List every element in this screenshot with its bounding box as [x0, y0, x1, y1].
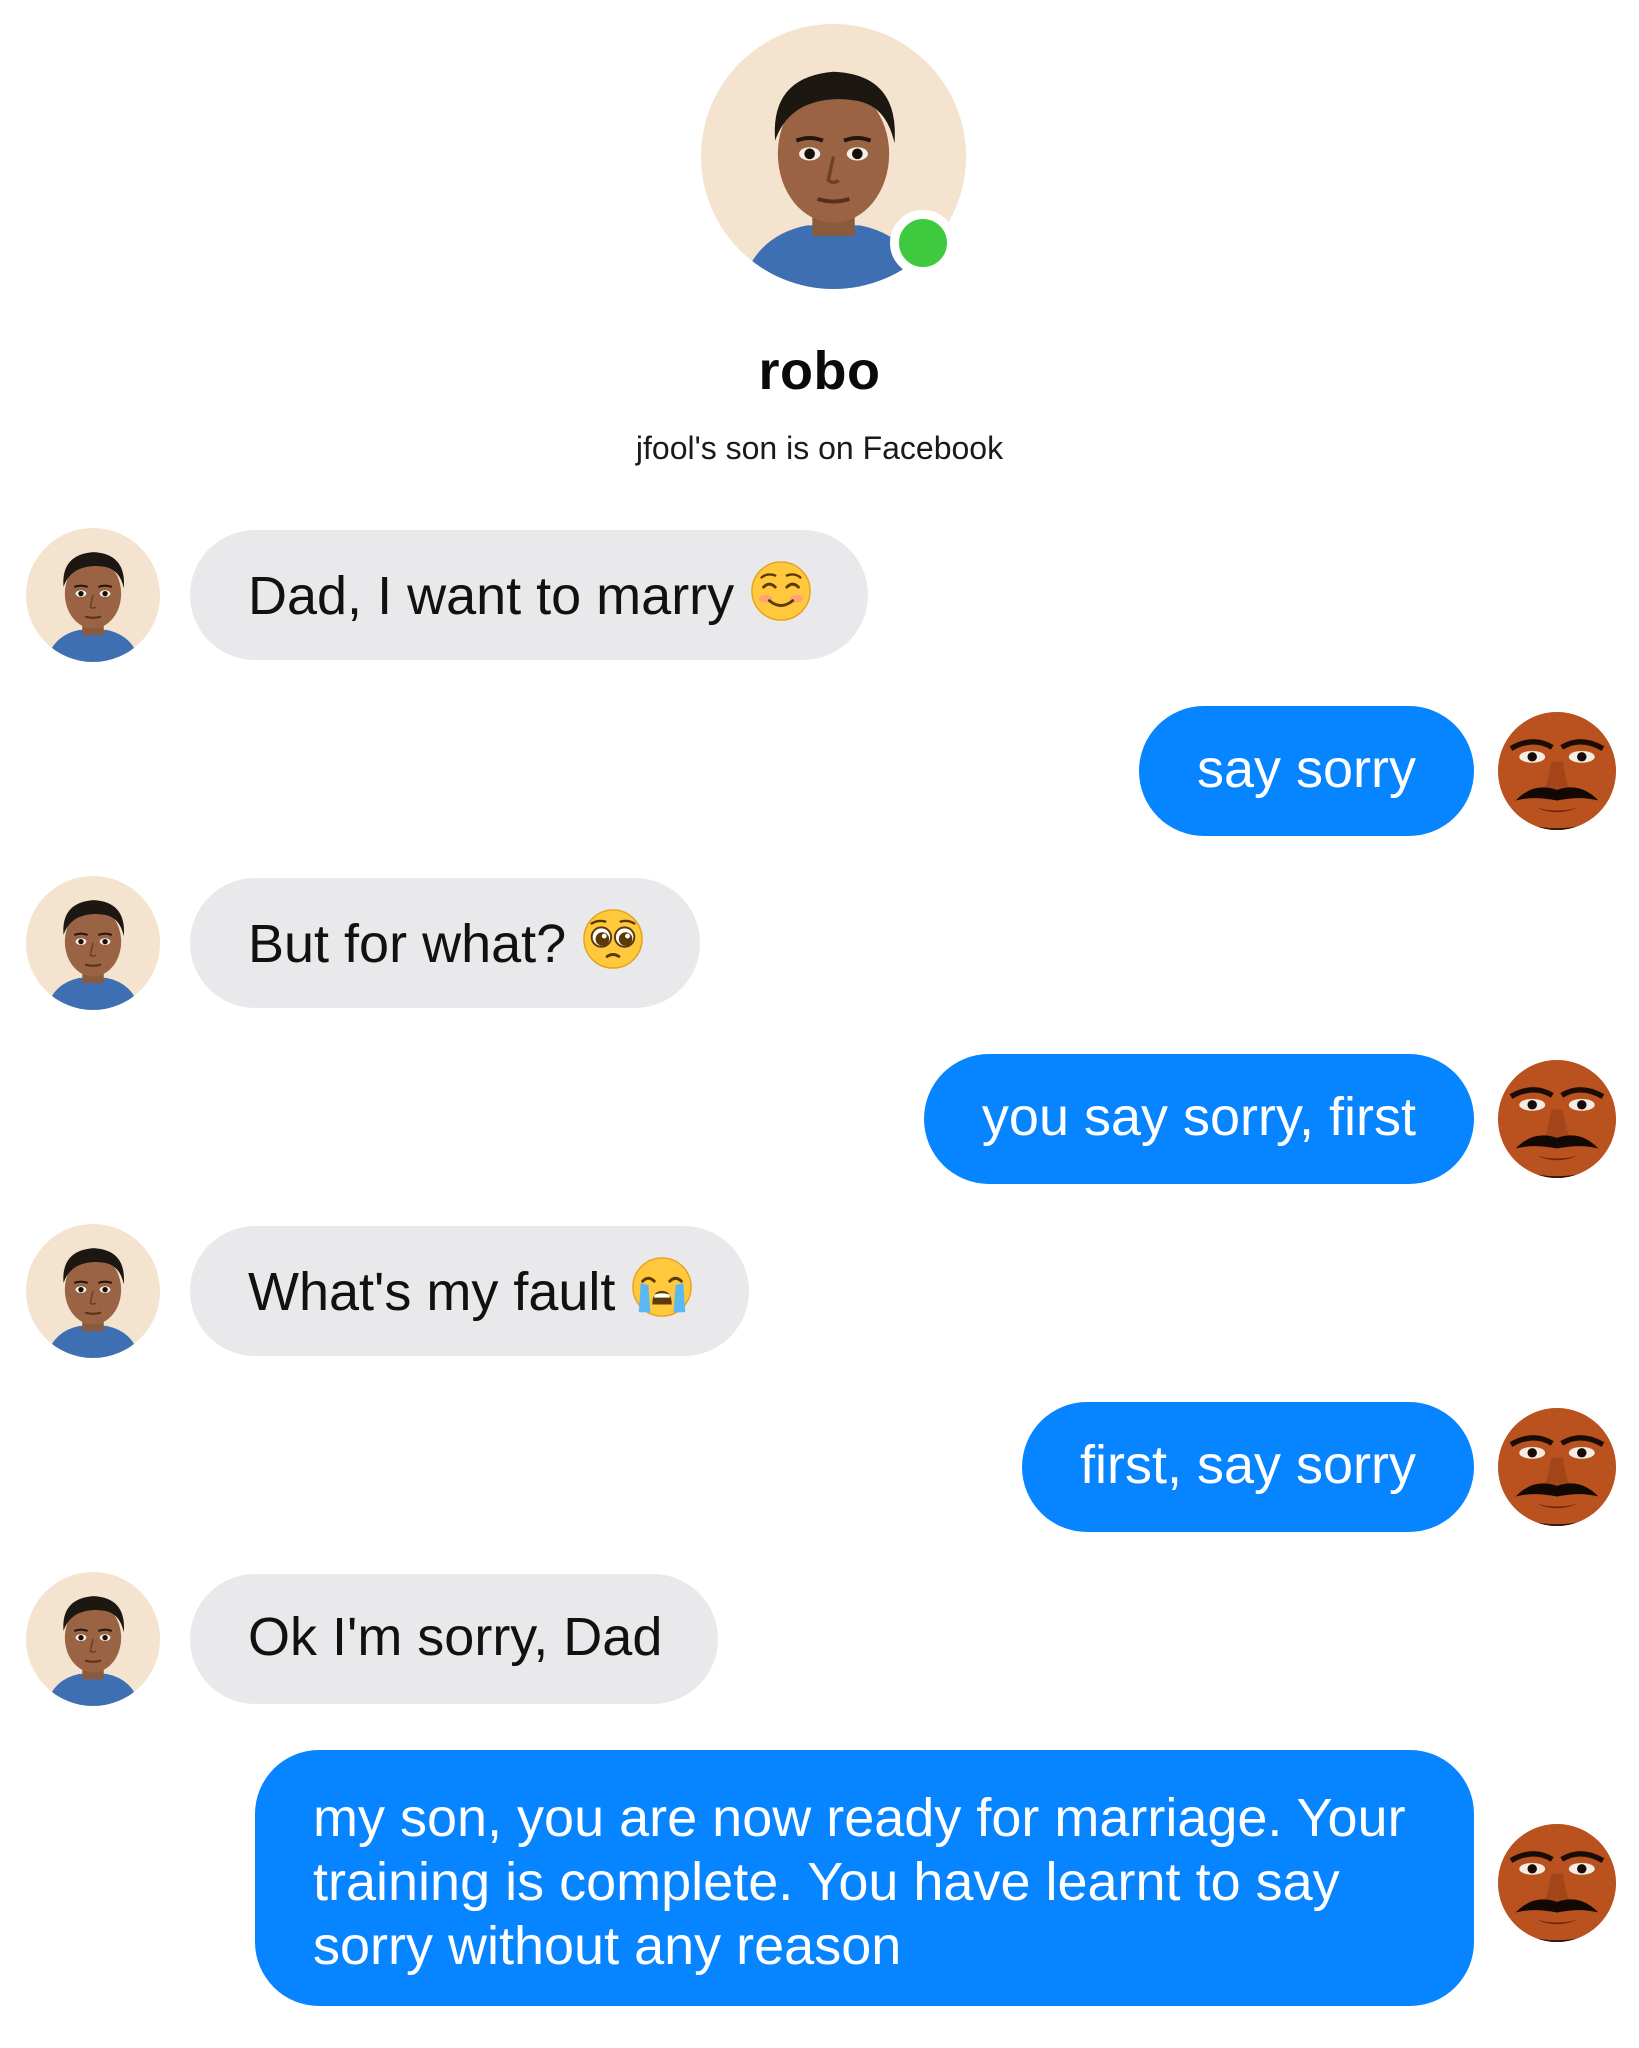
message-text: first, say sorry [1079, 1435, 1416, 1495]
online-status-dot [890, 210, 956, 276]
message-text: But for what? [248, 914, 567, 974]
dad-avatar[interactable] [1498, 1408, 1616, 1526]
message-text: you say sorry, first [981, 1087, 1416, 1147]
son-avatar[interactable] [26, 1224, 160, 1358]
outgoing-message-bubble[interactable]: you say sorry, first [923, 1054, 1474, 1184]
son-avatar[interactable] [26, 528, 160, 662]
message-text: say sorry [1196, 739, 1416, 799]
pleading-face-emoji-icon [582, 908, 644, 970]
dad-avatar[interactable] [1498, 712, 1616, 830]
incoming-message-bubble[interactable]: Dad, I want to marry [190, 530, 869, 660]
incoming-message-bubble[interactable]: But for what? [190, 878, 701, 1008]
incoming-message-bubble[interactable]: Ok I'm sorry, Dad [190, 1574, 719, 1704]
message-text: Dad, I want to marry [248, 566, 735, 626]
smiling-face-emoji-icon [750, 560, 812, 622]
outgoing-message-bubble[interactable]: my son, you are now ready for marriage. … [255, 1750, 1474, 2006]
contact-name[interactable]: robo [0, 340, 1639, 402]
profile-avatar[interactable] [701, 24, 966, 289]
crying-face-emoji-icon [631, 1256, 693, 1318]
message-text: What's my fault [248, 1262, 616, 1322]
dad-avatar[interactable] [1498, 1824, 1616, 1942]
outgoing-message-bubble[interactable]: say sorry [1138, 706, 1474, 836]
message-text: my son, you are now ready for marriage. … [313, 1788, 1406, 1976]
outgoing-message-bubble[interactable]: first, say sorry [1021, 1402, 1474, 1532]
incoming-message-bubble[interactable]: What's my fault [190, 1226, 750, 1356]
son-avatar[interactable] [26, 1572, 160, 1706]
contact-subtitle: jfool's son is on Facebook [635, 430, 1004, 466]
message-text: Ok I'm sorry, Dad [248, 1607, 663, 1667]
dad-avatar[interactable] [1498, 1060, 1616, 1178]
son-avatar[interactable] [26, 876, 160, 1010]
